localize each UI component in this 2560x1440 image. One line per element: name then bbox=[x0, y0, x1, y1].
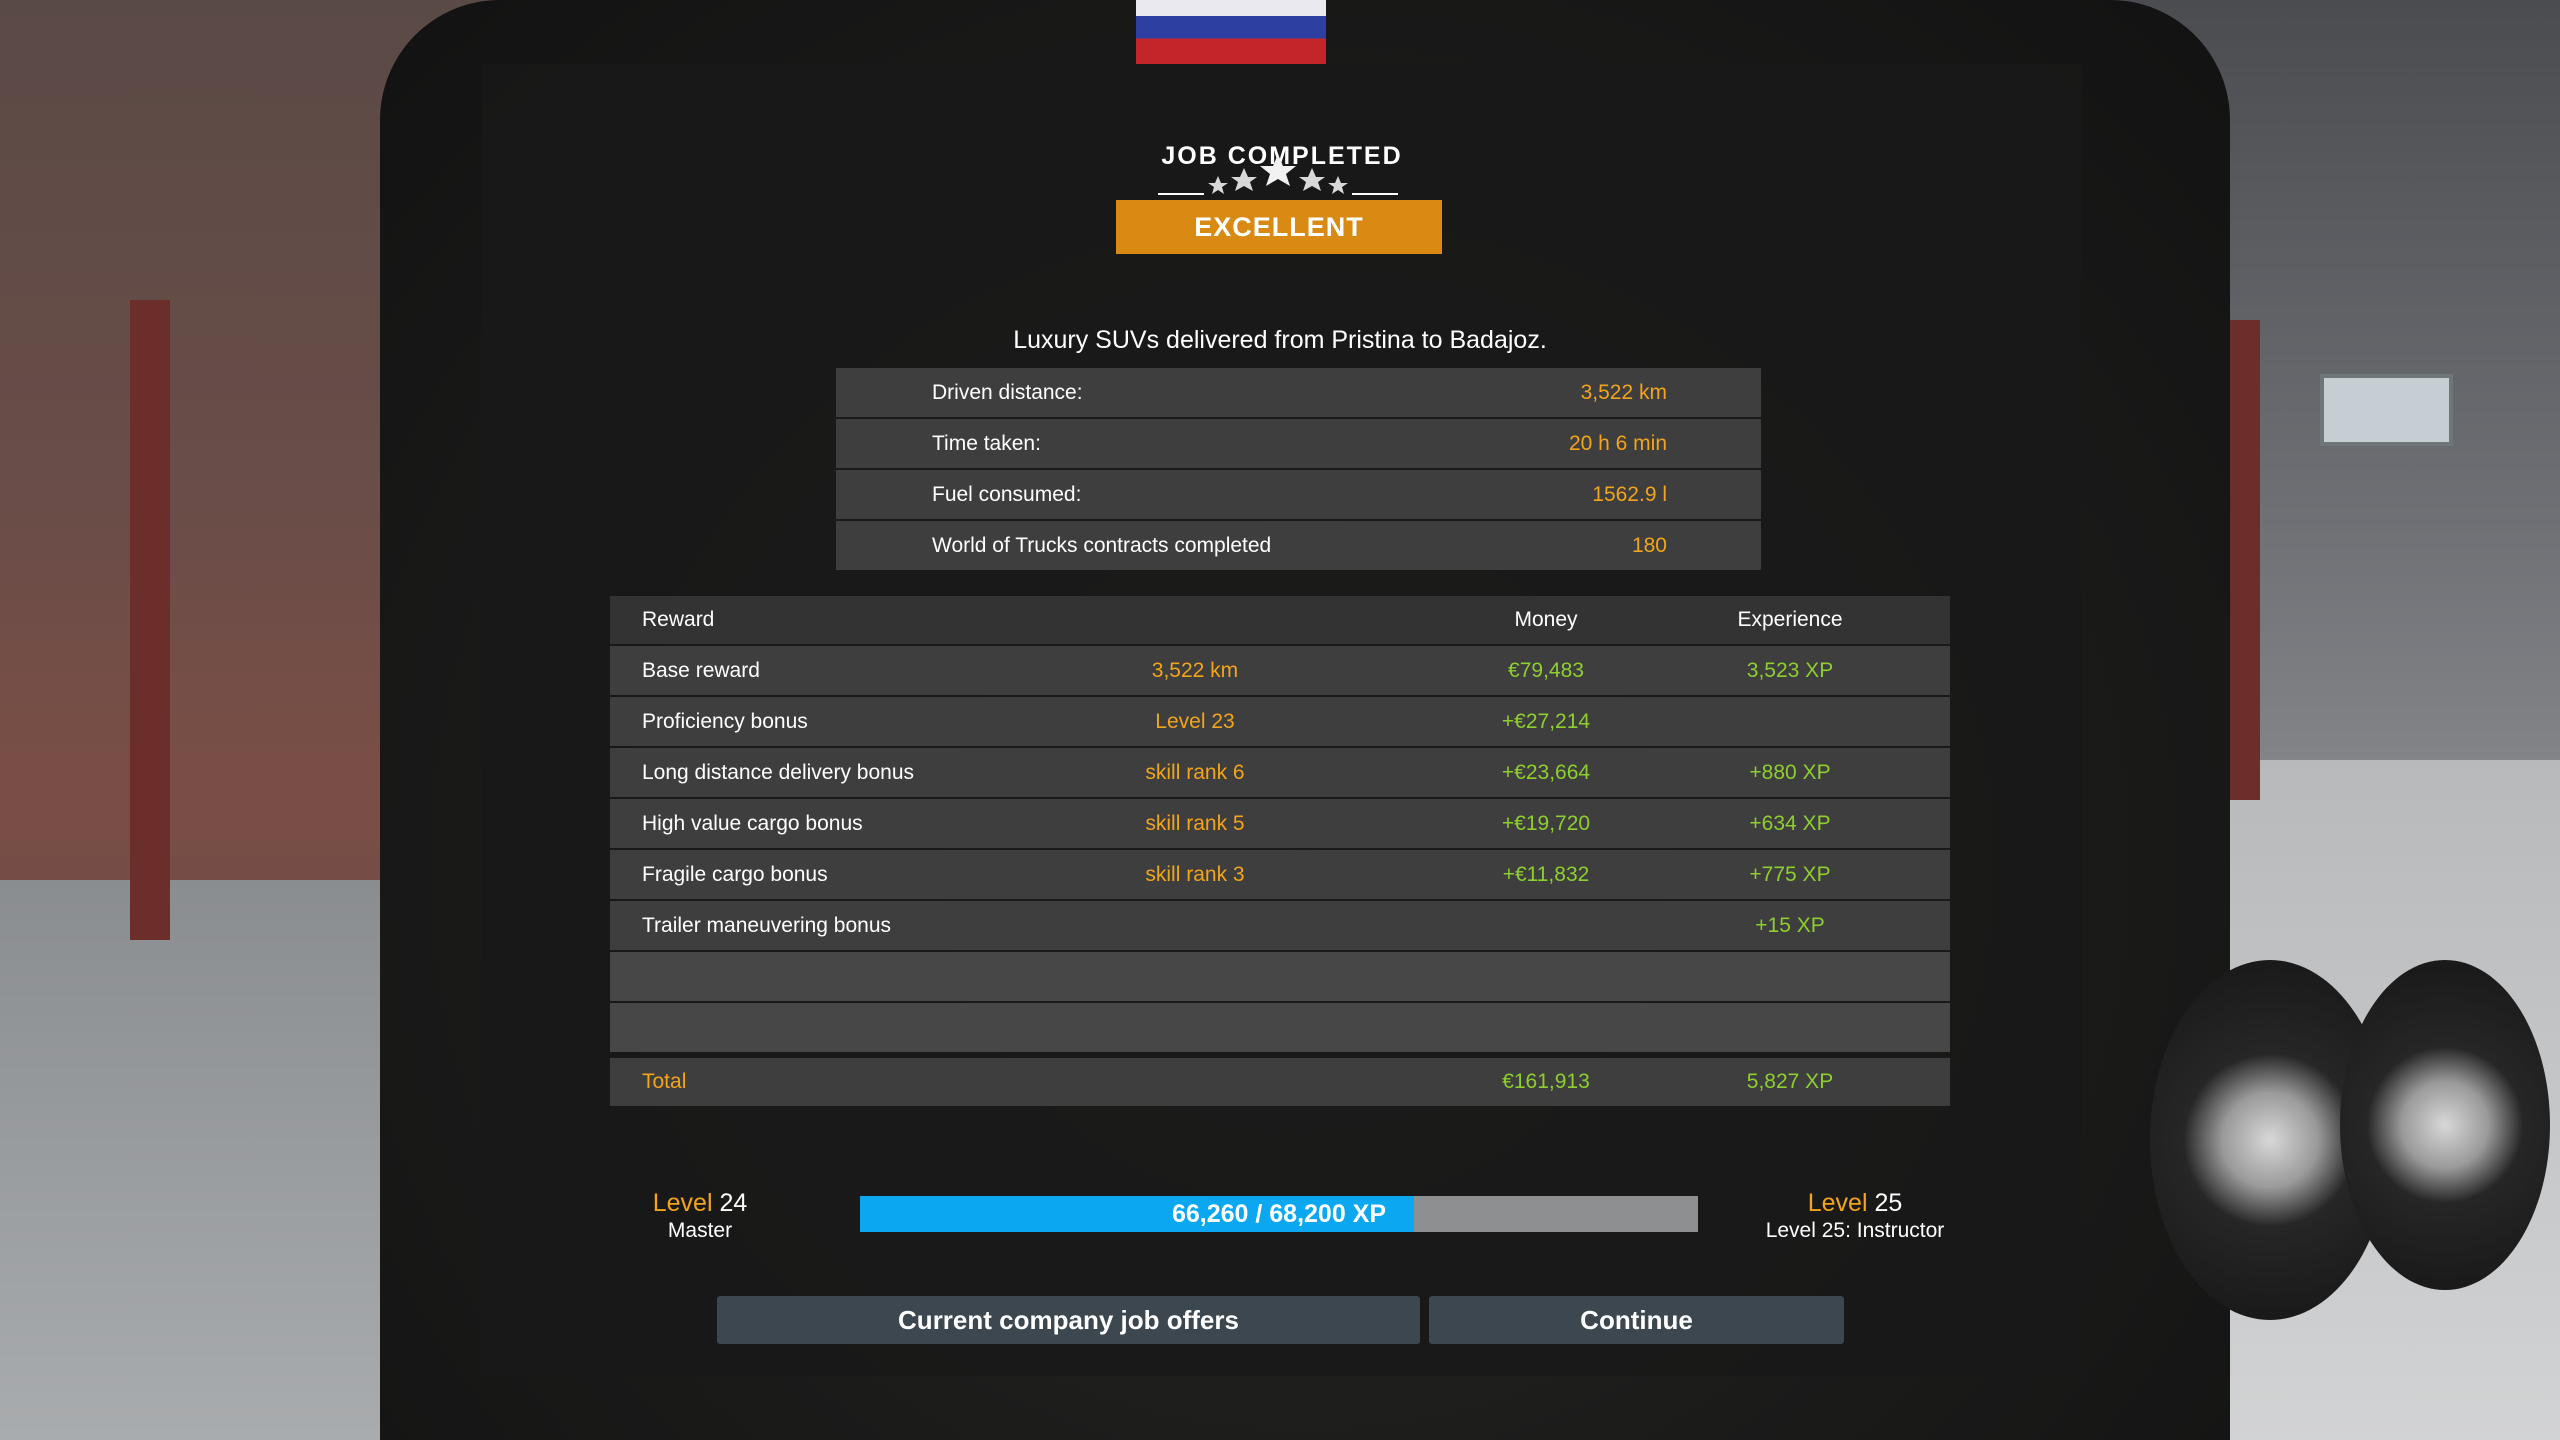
reward-label: Base reward bbox=[642, 659, 760, 682]
reward-label: Long distance delivery bonus bbox=[642, 761, 915, 784]
reward-row: High value cargo bonus skill rank 5 +€19… bbox=[610, 799, 1950, 848]
xp-progress-bar: 66,260 / 68,200 XP bbox=[860, 1196, 1698, 1232]
reward-money: +€19,720 bbox=[1501, 812, 1591, 835]
reward-money: +€23,664 bbox=[1501, 761, 1591, 784]
stat-value: 1562.9 l bbox=[1592, 483, 1667, 506]
next-level-number: 25 bbox=[1874, 1189, 1903, 1217]
reward-row: Long distance delivery bonus skill rank … bbox=[610, 748, 1950, 797]
rating-stars-icon bbox=[1144, 152, 1412, 198]
reward-xp: +634 XP bbox=[1749, 812, 1831, 835]
stat-row: Driven distance: 3,522 km bbox=[836, 368, 1761, 417]
reward-label: High value cargo bonus bbox=[642, 812, 863, 835]
garage-window bbox=[2320, 374, 2453, 446]
reward-money: €79,483 bbox=[1508, 659, 1584, 682]
garage-pillar bbox=[130, 300, 170, 940]
reward-label: Trailer maneuvering bonus bbox=[642, 914, 892, 937]
stats-table: Driven distance: 3,522 km Time taken: 20… bbox=[836, 368, 1761, 572]
reward-xp: +15 XP bbox=[1755, 914, 1825, 937]
delivery-summary: Luxury SUVs delivered from Pristina to B… bbox=[1013, 326, 1547, 354]
next-level-word: Level bbox=[1807, 1189, 1868, 1217]
reward-row: Proficiency bonus Level 23 +€27,214 bbox=[610, 697, 1950, 746]
stat-label: Driven distance: bbox=[932, 381, 1083, 404]
stat-value: 20 h 6 min bbox=[1568, 432, 1667, 455]
reward-label: Fragile cargo bonus bbox=[642, 863, 828, 886]
continue-button[interactable]: Continue bbox=[1429, 1296, 1844, 1344]
reward-detail: Level 23 bbox=[1155, 710, 1235, 733]
stat-value: 3,522 km bbox=[1580, 381, 1667, 404]
reward-row: Trailer maneuvering bonus +15 XP bbox=[610, 901, 1950, 950]
truck-wheel bbox=[2340, 960, 2550, 1290]
next-level: Level 25 Level 25: Instructor bbox=[1730, 1188, 1980, 1244]
current-level: Level 24 Master bbox=[600, 1188, 800, 1244]
stat-row: Time taken: 20 h 6 min bbox=[836, 419, 1761, 468]
reward-xp: 3,523 XP bbox=[1746, 659, 1834, 682]
total-label: Total bbox=[642, 1070, 687, 1093]
reward-row: Base reward 3,522 km €79,483 3,523 XP bbox=[610, 646, 1950, 695]
reward-xp: +880 XP bbox=[1749, 761, 1831, 784]
xp-progress-text: 66,260 / 68,200 XP bbox=[1171, 1200, 1387, 1228]
total-money: €161,913 bbox=[1502, 1070, 1590, 1093]
reward-detail: skill rank 5 bbox=[1145, 812, 1245, 835]
reward-label: Proficiency bonus bbox=[642, 710, 808, 733]
stat-label: Fuel consumed: bbox=[932, 483, 1082, 506]
reward-row-empty bbox=[610, 1003, 1950, 1052]
header-reward: Reward bbox=[642, 608, 715, 631]
rating-badge: EXCELLENT bbox=[1116, 200, 1442, 254]
stat-label: Time taken: bbox=[932, 432, 1041, 455]
reward-total-row: Total €161,913 5,827 XP bbox=[610, 1058, 1950, 1106]
reward-xp: +775 XP bbox=[1749, 863, 1831, 886]
reward-money: +€27,214 bbox=[1501, 710, 1591, 733]
flag-decoration bbox=[1136, 0, 1326, 64]
header-money: Money bbox=[1514, 608, 1578, 631]
job-offers-button[interactable]: Current company job offers bbox=[717, 1296, 1420, 1344]
reward-table-header: Reward Money Experience bbox=[610, 596, 1950, 644]
current-level-number: 24 bbox=[719, 1189, 748, 1217]
stat-label: World of Trucks contracts completed bbox=[932, 534, 1272, 557]
stat-row: Fuel consumed: 1562.9 l bbox=[836, 470, 1761, 519]
reward-money: +€11,832 bbox=[1502, 863, 1590, 886]
stat-value: 180 bbox=[1631, 534, 1667, 557]
reward-table: Reward Money Experience Base reward 3,52… bbox=[610, 596, 1950, 1106]
reward-row: Fragile cargo bonus skill rank 3 +€11,83… bbox=[610, 850, 1950, 899]
header-experience: Experience bbox=[1737, 608, 1843, 631]
reward-detail: 3,522 km bbox=[1151, 659, 1239, 682]
next-level-title: Level 25: Instructor bbox=[1765, 1219, 1945, 1242]
total-xp: 5,827 XP bbox=[1746, 1070, 1834, 1093]
reward-detail: skill rank 6 bbox=[1145, 761, 1245, 784]
current-level-word: Level bbox=[652, 1189, 713, 1217]
reward-detail: skill rank 3 bbox=[1145, 863, 1245, 886]
reward-row-empty bbox=[610, 952, 1950, 1001]
stat-row: World of Trucks contracts completed 180 bbox=[836, 521, 1761, 570]
current-level-title: Master bbox=[667, 1219, 733, 1242]
